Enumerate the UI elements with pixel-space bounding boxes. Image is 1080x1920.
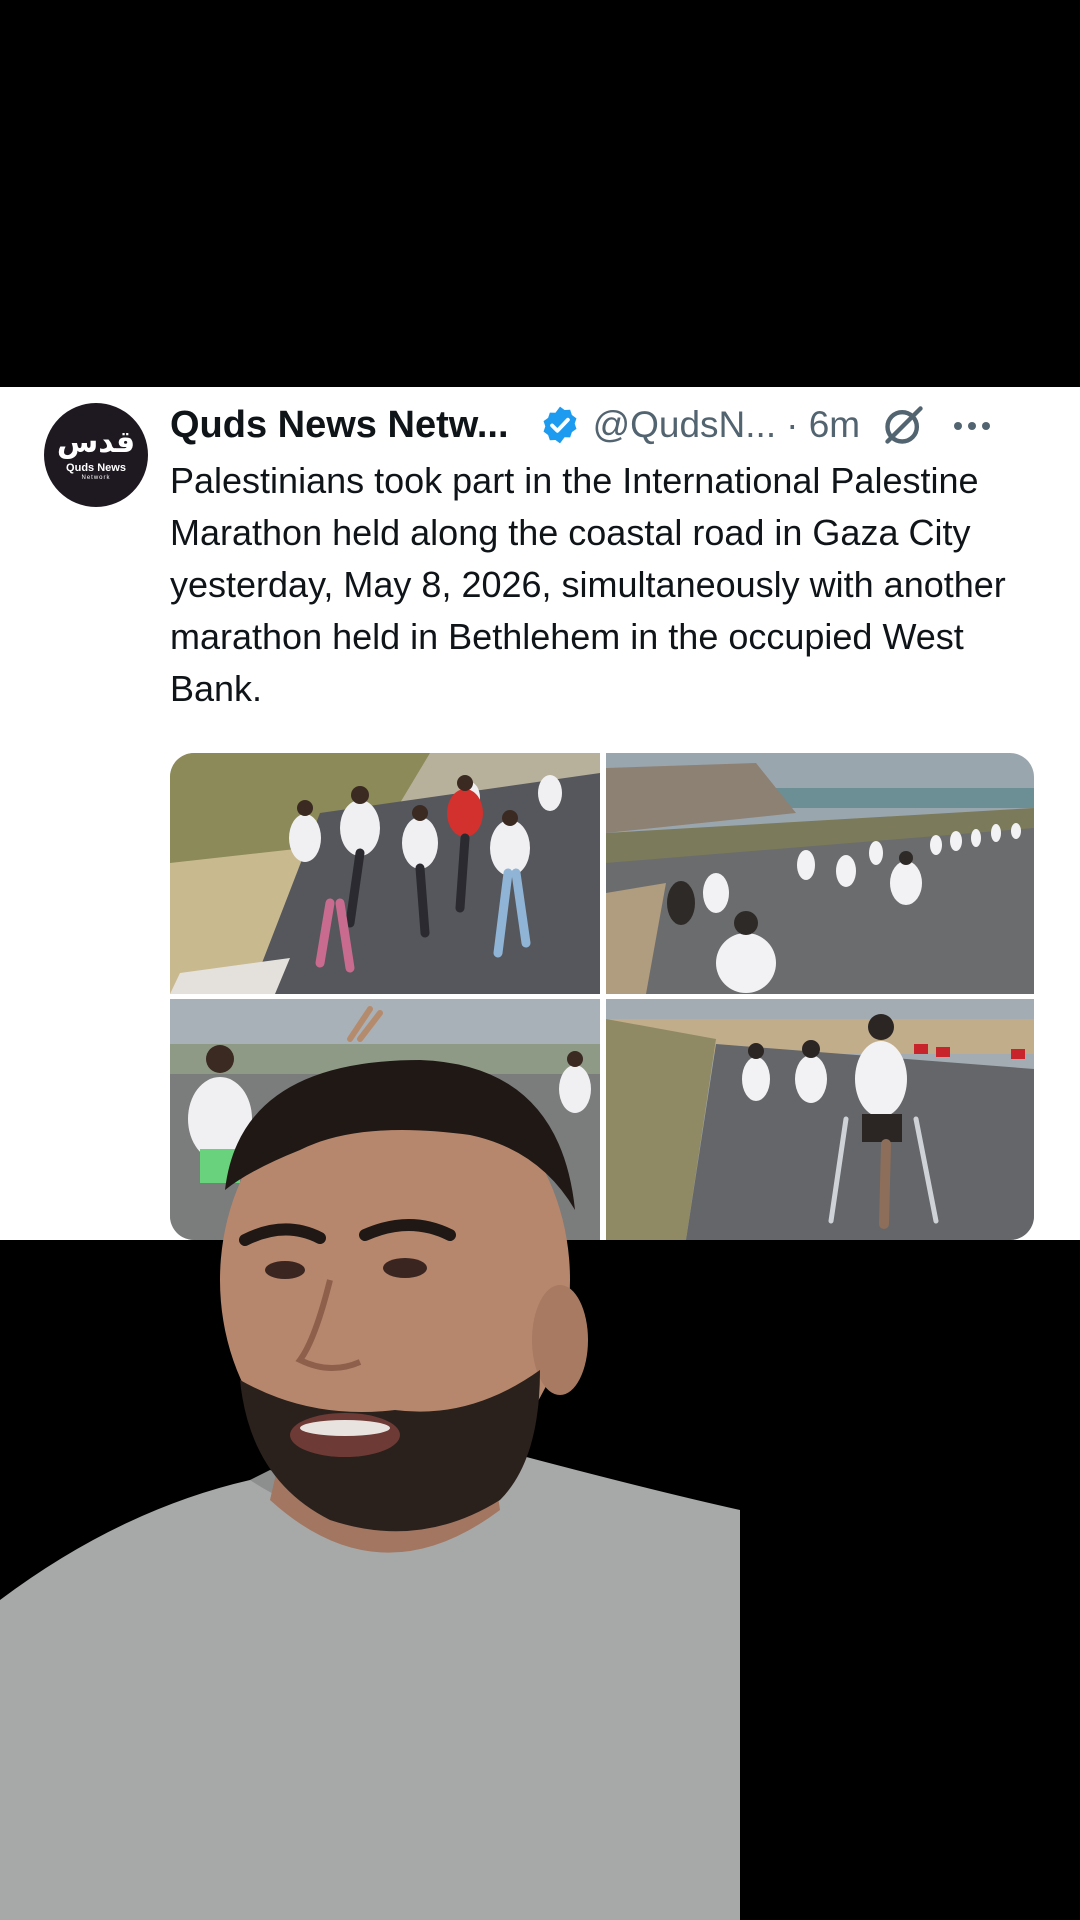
avatar-logo-subtitle: Quds News [66, 462, 126, 474]
author-handle[interactable]: @QudsN... [593, 404, 777, 446]
tweet-text: Palestinians took part in the Internatio… [170, 460, 1006, 709]
marathon-photo-2[interactable] [606, 753, 1034, 994]
author-avatar[interactable]: قدس Quds News Network [44, 403, 148, 507]
marathon-photo-1[interactable] [170, 753, 600, 994]
grok-icon[interactable] [882, 403, 926, 447]
verified-badge-icon [539, 404, 581, 446]
post-time[interactable]: · 6m [786, 404, 860, 446]
more-options-icon[interactable] [952, 419, 992, 431]
presenter-overlay [0, 1040, 740, 1920]
author-name[interactable]: Quds News Netw... [170, 404, 509, 447]
avatar-logo-text: قدس [56, 425, 136, 460]
tweet-header: Quds News Netw... @QudsN... · 6m [170, 397, 1050, 453]
avatar-logo-subtitle-2: Network [81, 475, 111, 481]
